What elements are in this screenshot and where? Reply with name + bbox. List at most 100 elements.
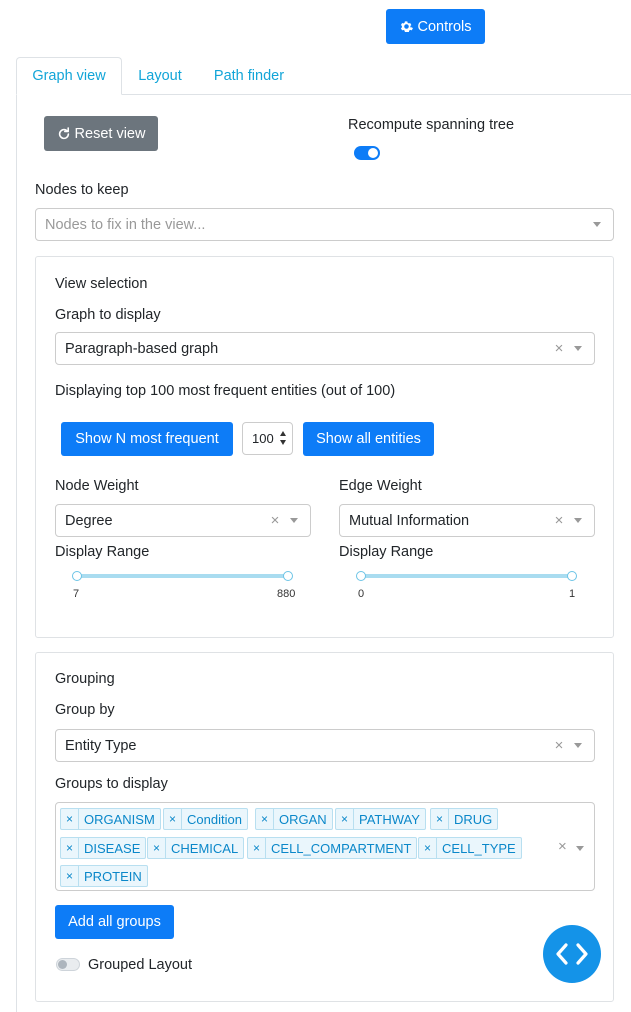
tag-label: DISEASE	[84, 840, 141, 856]
nodes-to-keep-label: Nodes to keep	[35, 182, 129, 198]
group-tag: × DISEASE	[60, 837, 147, 859]
stepper-down-icon[interactable]	[280, 440, 286, 445]
grouped-layout-toggle[interactable]	[56, 958, 80, 971]
tab-layout[interactable]: Layout	[124, 57, 196, 94]
chevron-down-icon[interactable]	[576, 846, 584, 851]
code-fab-button[interactable]	[543, 925, 601, 983]
tab-path-finder[interactable]: Path finder	[198, 57, 300, 94]
remove-tag-icon[interactable]: ×	[61, 809, 80, 829]
view-selection-title: View selection	[55, 276, 148, 292]
n-value: 100	[252, 431, 274, 446]
group-tag: × DRUG	[430, 808, 499, 830]
remove-tag-icon[interactable]: ×	[61, 838, 80, 858]
node-weight-select[interactable]: Degree ×	[55, 504, 311, 537]
chevron-down-icon	[574, 518, 582, 523]
remove-tag-icon[interactable]: ×	[336, 809, 355, 829]
edge-range-min-handle[interactable]	[356, 571, 366, 581]
reset-view-button[interactable]: Reset view	[44, 116, 158, 151]
show-all-label: Show all entities	[316, 431, 421, 447]
tab-label: Layout	[138, 67, 182, 84]
clear-icon[interactable]: ×	[552, 340, 566, 357]
node-range-min-handle[interactable]	[72, 571, 82, 581]
edge-range-min: 0	[358, 588, 365, 600]
grouping-title: Grouping	[55, 671, 115, 687]
node-range-min: 7	[73, 588, 80, 600]
edge-range-max-handle[interactable]	[567, 571, 577, 581]
refresh-icon	[58, 126, 69, 139]
group-tag: × Condition	[163, 808, 248, 830]
node-range-max: 880	[277, 588, 296, 600]
chevron-down-icon	[574, 743, 582, 748]
tag-label: PATHWAY	[359, 811, 420, 827]
controls-button[interactable]: Controls	[386, 9, 485, 44]
tag-label: DRUG	[454, 811, 493, 827]
nodes-placeholder: Nodes to fix in the view...	[45, 216, 206, 233]
group-tag: × CELL_COMPARTMENT	[247, 837, 418, 859]
chevron-down-icon	[290, 518, 298, 523]
tag-label: ORGANISM	[84, 811, 155, 827]
group-by-select[interactable]: Entity Type ×	[55, 729, 595, 762]
graph-select[interactable]: Paragraph-based graph ×	[55, 332, 595, 365]
remove-tag-icon[interactable]: ×	[61, 866, 80, 886]
n-input[interactable]: 100	[242, 422, 293, 455]
groups-to-display-label: Groups to display	[55, 776, 168, 792]
clear-icon[interactable]: ×	[552, 512, 566, 529]
chevron-down-icon	[574, 346, 582, 351]
node-weight-value: Degree	[65, 512, 113, 529]
edge-weight-value: Mutual Information	[349, 512, 470, 529]
remove-tag-icon[interactable]: ×	[431, 809, 450, 829]
remove-tag-icon[interactable]: ×	[256, 809, 275, 829]
clear-groups-icon[interactable]: ×	[558, 838, 567, 855]
show-n-most-frequent-button[interactable]: Show N most frequent	[61, 422, 233, 456]
nodes-to-keep-select[interactable]: Nodes to fix in the view...	[35, 208, 614, 241]
toggle-knob	[368, 148, 378, 158]
tag-label: Condition	[187, 811, 242, 827]
recompute-label: Recompute spanning tree	[348, 117, 515, 133]
stepper[interactable]	[280, 431, 286, 445]
group-tag: × CHEMICAL	[147, 837, 245, 859]
group-tag: × ORGAN	[255, 808, 333, 830]
chevron-down-icon	[593, 222, 601, 227]
remove-tag-icon[interactable]: ×	[148, 838, 167, 858]
edge-weight-label: Edge Weight	[339, 478, 422, 494]
remove-tag-icon[interactable]: ×	[248, 838, 267, 858]
remove-tag-icon[interactable]: ×	[419, 838, 438, 858]
tag-label: ORGAN	[279, 811, 327, 827]
node-range-label: Display Range	[55, 544, 150, 560]
tab-label: Path finder	[213, 67, 285, 84]
node-range-track[interactable]	[77, 574, 288, 578]
controls-label: Controls	[417, 18, 472, 35]
tab-label: Graph view	[32, 68, 106, 84]
graph-select-value: Paragraph-based graph	[65, 340, 219, 357]
entities-info-text: Displaying top 100 most frequent entitie…	[55, 383, 396, 399]
tag-label: CELL_COMPARTMENT	[271, 840, 412, 856]
group-tag: × CELL_TYPE	[418, 837, 522, 859]
node-weight-label: Node Weight	[55, 478, 139, 494]
edge-range-max: 1	[569, 588, 576, 600]
toggle-knob	[58, 960, 67, 969]
edge-range-label: Display Range	[339, 544, 434, 560]
group-by-value: Entity Type	[65, 737, 137, 754]
clear-icon[interactable]: ×	[268, 512, 282, 529]
remove-tag-icon[interactable]: ×	[164, 809, 183, 829]
add-all-groups-label: Add all groups	[68, 914, 161, 930]
tab-graph-view[interactable]: Graph view	[16, 57, 122, 95]
add-all-groups-button[interactable]: Add all groups	[55, 905, 174, 939]
stepper-up-icon[interactable]	[280, 431, 286, 436]
show-n-label: Show N most frequent	[75, 431, 219, 447]
recompute-toggle[interactable]	[354, 146, 380, 160]
group-tag: × PROTEIN	[60, 865, 148, 887]
gear-icon	[400, 21, 413, 32]
node-range-max-handle[interactable]	[283, 571, 293, 581]
reset-view-label: Reset view	[74, 125, 146, 142]
grouped-layout-label: Grouped Layout	[88, 957, 192, 973]
clear-icon[interactable]: ×	[552, 737, 566, 754]
show-all-entities-button[interactable]: Show all entities	[303, 422, 434, 456]
group-tag: × ORGANISM	[60, 808, 161, 830]
tag-label: PROTEIN	[84, 868, 142, 884]
edge-weight-select[interactable]: Mutual Information ×	[339, 504, 595, 537]
group-tag: × PATHWAY	[335, 808, 426, 830]
code-icon	[556, 943, 588, 965]
group-by-label: Group by	[55, 702, 115, 718]
edge-range-track[interactable]	[361, 574, 572, 578]
